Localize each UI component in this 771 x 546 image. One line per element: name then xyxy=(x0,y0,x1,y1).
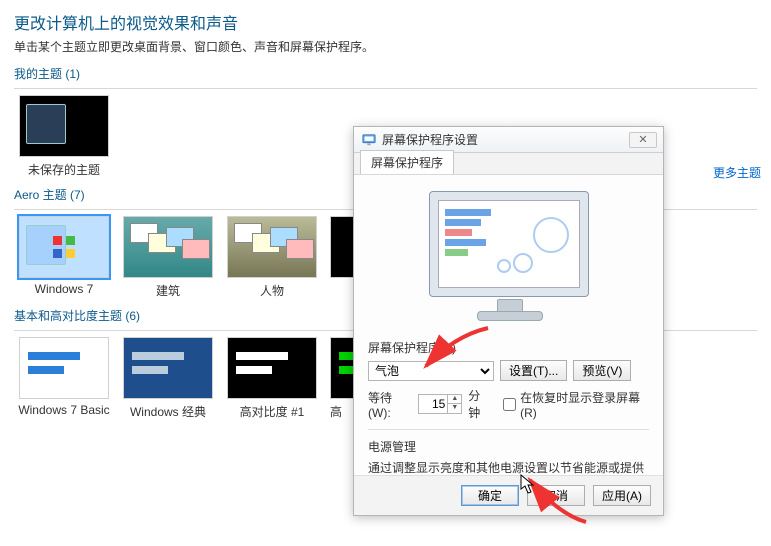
theme-item-architecture[interactable]: 建筑 xyxy=(122,216,214,299)
theme-label: 未保存的主题 xyxy=(28,161,100,178)
apply-button[interactable]: 应用(A) xyxy=(593,485,651,506)
dialog-footer: 确定 取消 应用(A) xyxy=(354,475,663,515)
theme-label: 人物 xyxy=(260,282,284,299)
cancel-button[interactable]: 取消 xyxy=(527,485,585,506)
wait-input[interactable] xyxy=(419,397,447,411)
wait-label: 等待(W): xyxy=(368,389,412,420)
theme-item-win7[interactable]: Windows 7 xyxy=(18,216,110,299)
theme-label: Windows 经典 xyxy=(130,403,206,420)
group-label-saver: 屏幕保护程序(S) xyxy=(368,339,649,356)
pm-heading: 电源管理 xyxy=(368,438,649,455)
theme-label: Windows 7 xyxy=(35,282,94,296)
resume-login-checkbox[interactable]: 在恢复时显示登录屏幕(R) xyxy=(503,389,649,420)
resume-login-input[interactable] xyxy=(503,398,516,411)
tabstrip: 屏幕保护程序 xyxy=(354,153,663,175)
wait-unit: 分钟 xyxy=(468,387,491,421)
theme-item-classic[interactable]: Windows 经典 xyxy=(122,337,214,420)
monitor-icon xyxy=(362,133,376,147)
dialog-title: 屏幕保护程序设置 xyxy=(382,131,478,148)
spin-down-icon[interactable]: ▼ xyxy=(447,404,461,413)
spin-up-icon[interactable]: ▲ xyxy=(447,395,461,404)
theme-label: Windows 7 Basic xyxy=(18,403,109,417)
page-subtitle: 单击某个主题立即更改桌面背景、窗口颜色、声音和屏幕保护程序。 xyxy=(14,38,757,55)
more-themes-link[interactable]: 更多主题 xyxy=(713,164,761,181)
screensaver-dialog: 屏幕保护程序设置 ✕ 屏幕保护程序 屏幕保护程序(S) 气泡 设置(T)... … xyxy=(353,126,664,516)
screensaver-preview xyxy=(411,185,607,331)
theme-item-win7basic[interactable]: Windows 7 Basic xyxy=(18,337,110,420)
section-head-my-themes: 我的主题 (1) xyxy=(14,63,757,86)
pm-description: 通过调整显示亮度和其他电源设置以节省能源或提供最佳性能。 xyxy=(368,459,649,475)
theme-item-unsaved[interactable]: 未保存的主题 xyxy=(18,95,110,178)
wait-spinner[interactable]: ▲ ▼ xyxy=(418,394,462,414)
close-button[interactable]: ✕ xyxy=(629,132,657,148)
preview-button[interactable]: 预览(V) xyxy=(573,360,631,381)
theme-item-hc1[interactable]: 高对比度 #1 xyxy=(226,337,318,420)
settings-button[interactable]: 设置(T)... xyxy=(500,360,567,381)
tab-screensaver[interactable]: 屏幕保护程序 xyxy=(360,150,454,174)
ok-button[interactable]: 确定 xyxy=(461,485,519,506)
divider xyxy=(14,88,757,89)
theme-label: 高 xyxy=(330,403,342,420)
theme-label: 高对比度 #1 xyxy=(240,403,305,420)
screensaver-select[interactable]: 气泡 xyxy=(368,361,494,381)
close-icon: ✕ xyxy=(638,134,647,146)
divider xyxy=(368,429,649,430)
resume-login-label: 在恢复时显示登录屏幕(R) xyxy=(520,389,649,420)
theme-item-people[interactable]: 人物 xyxy=(226,216,318,299)
theme-label: 建筑 xyxy=(156,282,180,299)
page-title: 更改计算机上的视觉效果和声音 xyxy=(14,10,757,34)
